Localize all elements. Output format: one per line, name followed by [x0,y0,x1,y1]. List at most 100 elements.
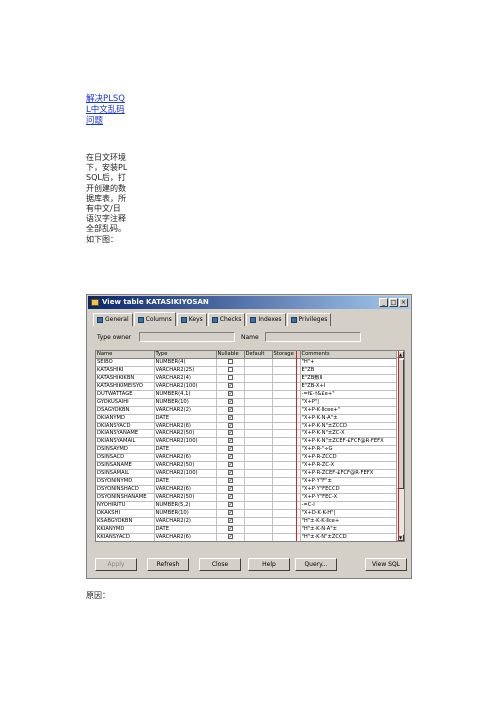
table-row[interactable]: DSYONINSHANAME VARCHAR2(50) ✓ "X+P·Y"FEC-X [96,493,399,502]
nullable-cell[interactable]: ✓ [216,445,245,455]
scroll-up-icon[interactable]: ▲ [397,351,404,358]
maximize-icon[interactable]: □ [389,298,398,307]
default-cell[interactable] [244,453,273,463]
storage-cell[interactable] [272,422,301,431]
table-row[interactable]: DSYONINSHACD VARCHAR2(6) ✓ "X+P·Y"FECCD [96,485,399,494]
nullable-cell[interactable]: ✓ [216,422,245,431]
comment-cell[interactable]: E"ZB敷Ⅱ [300,374,399,383]
comment-cell[interactable]: "X+P-K·Ⅱcee+" [300,406,399,415]
storage-cell[interactable] [272,366,301,375]
comment-cell[interactable]: "X+P·K·N"±ZCEF-£FCF@R·FEFX [300,437,399,447]
column-header[interactable]: Comments [300,351,399,359]
storage-cell[interactable] [272,517,301,526]
comment-cell[interactable]: "H"±·K·N"±ZCCD [300,533,399,541]
type-owner-field[interactable] [139,332,235,342]
default-cell[interactable] [244,445,273,455]
comment-cell[interactable]: "X+P·R-ZC-X [300,461,399,471]
storage-cell[interactable] [272,445,301,455]
minimize-icon[interactable]: _ [379,298,388,307]
column-type-cell[interactable]: VARCHAR2(100) [154,382,217,391]
column-name-cell[interactable]: DSAGYOKBN [96,406,155,415]
nullable-cell[interactable]: ✓ [216,517,245,526]
column-type-cell[interactable]: VARCHAR2(50) [154,429,217,439]
comment-cell[interactable]: "X+P·Y"F"± [300,477,399,486]
nullable-checkbox[interactable]: ✓ [227,422,233,428]
nullable-cell[interactable]: ✓ [216,533,245,541]
scroll-down-icon[interactable]: ▼ [397,534,404,541]
default-cell[interactable] [244,525,273,534]
table-row[interactable]: DSINSACD VARCHAR2(6) ✓ "X+P·R-ZCCD [96,453,399,463]
comment-cell[interactable]: "H"±·K·K·Ⅱce+ [300,517,399,526]
column-type-cell[interactable]: DATE [154,414,217,423]
default-cell[interactable] [244,398,273,407]
nullable-checkbox[interactable]: ✓ [227,478,233,484]
nullable-cell[interactable]: ✓ [216,382,245,391]
name-field[interactable] [265,332,361,342]
table-row[interactable]: DKIANSYACD VARCHAR2(6) ✓ "X+P·K·N"±ZCCD [96,422,399,431]
storage-cell[interactable] [272,533,301,541]
comment-cell[interactable]: -=C-I [300,501,399,510]
column-type-cell[interactable]: VARCHAR2(2) [154,517,217,526]
nullable-cell[interactable]: ✓ [216,398,245,407]
column-name-cell[interactable]: DSINSACD [96,453,155,463]
column-name-cell[interactable]: DKIANSYACD [96,422,155,431]
default-cell[interactable] [244,374,273,383]
column-type-cell[interactable]: VARCHAR2(6) [154,453,217,463]
table-row[interactable]: GYOKUSAIHI NUMBER(10) ✓ "X+P"| [96,398,399,407]
table-row[interactable]: KATASHIKIMEISYO VARCHAR2(100) ✓ E"ZB-X+I [96,382,399,391]
nullable-cell[interactable]: ✓ [216,414,245,423]
nullable-checkbox[interactable] [227,374,233,380]
table-row[interactable]: DKIANYMD DATE ✓ "X+P·K·N·A"± [96,414,399,423]
default-cell[interactable] [244,414,273,423]
storage-cell[interactable] [272,429,301,439]
storage-cell[interactable] [272,485,301,494]
nullable-checkbox[interactable]: ✓ [227,446,233,452]
nullable-checkbox[interactable]: ✓ [227,438,233,444]
column-header[interactable]: Storage [272,351,301,359]
nullable-checkbox[interactable]: ✓ [227,501,233,507]
comment-cell[interactable]: "X+P·K·N"±ZC-X [300,429,399,439]
table-row[interactable]: NYOHIRITU NUMBER(5,2) ✓ -=C-I [96,501,399,510]
default-cell[interactable] [244,493,273,502]
column-name-cell[interactable]: DKIANYMD [96,414,155,423]
scroll-thumb[interactable] [397,359,404,489]
nullable-cell[interactable]: ✓ [216,406,245,415]
column-header[interactable]: Name [96,351,155,359]
default-cell[interactable] [244,485,273,494]
vertical-scrollbar[interactable]: ▲ ▼ [396,351,404,541]
nullable-cell[interactable]: ✓ [216,453,245,463]
article-title-link[interactable]: 解决PLSQL中文乱码问题 [86,94,126,127]
column-name-cell[interactable]: GYOKUSAIHI [96,398,155,407]
column-type-cell[interactable]: NUMBER(4) [154,358,217,367]
tab-general[interactable]: General [93,313,133,326]
table-row[interactable]: DSINSANAME VARCHAR2(50) ✓ "X+P·R-ZC-X [96,461,399,471]
nullable-checkbox[interactable]: ✓ [227,390,233,396]
column-name-cell[interactable]: KATASHIKIMEISYO [96,382,155,391]
column-name-cell[interactable]: KATASHIKIKBN [96,374,155,383]
default-cell[interactable] [244,501,273,510]
column-type-cell[interactable]: DATE [154,477,217,486]
default-cell[interactable] [244,406,273,415]
nullable-checkbox[interactable] [227,366,233,372]
column-type-cell[interactable]: VARCHAR2(100) [154,437,217,447]
column-header[interactable]: Nullable [216,351,245,359]
view-sql-button[interactable]: View SQL [365,558,407,571]
column-name-cell[interactable]: NYOHIRITU [96,501,155,510]
close-icon[interactable]: × [399,298,408,307]
default-cell[interactable] [244,366,273,375]
nullable-checkbox[interactable]: ✓ [227,509,233,515]
table-row[interactable]: KATASHIKI VARCHAR2(25) E"ZB [96,366,399,375]
nullable-checkbox[interactable]: ✓ [227,382,233,388]
column-type-cell[interactable]: VARCHAR2(50) [154,461,217,471]
column-name-cell[interactable]: KKIANYMD [96,525,155,534]
column-type-cell[interactable]: VARCHAR2(6) [154,485,217,494]
default-cell[interactable] [244,437,273,447]
nullable-cell[interactable]: ✓ [216,469,245,479]
storage-cell[interactable] [272,453,301,463]
comment-cell[interactable]: "X+D·K·K-H"| [300,509,399,518]
column-type-cell[interactable]: NUMBER(10) [154,398,217,407]
storage-cell[interactable] [272,461,301,471]
nullable-cell[interactable]: ✓ [216,485,245,494]
storage-cell[interactable] [272,398,301,407]
comment-cell[interactable]: "X+P·Y"FEC-X [300,493,399,502]
